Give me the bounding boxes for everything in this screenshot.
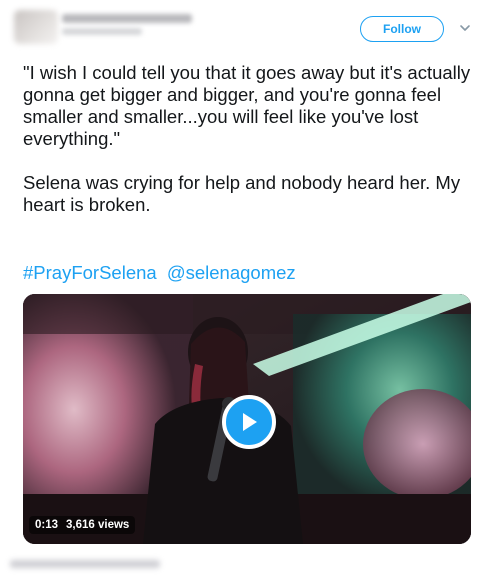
video-meta: 0:13 3,616 views <box>29 516 136 534</box>
tweet-card: Follow "I wish I could tell you that it … <box>0 0 496 577</box>
video-views: 3,616 views <box>66 519 130 531</box>
follow-button[interactable]: Follow <box>360 16 444 42</box>
chevron-down-icon[interactable] <box>459 22 471 34</box>
avatar[interactable] <box>14 10 58 44</box>
tweet-body: Selena was crying for help and nobody he… <box>23 172 461 215</box>
tweet-quote: "I wish I could tell you that it goes aw… <box>23 62 471 149</box>
video-duration: 0:13 <box>35 519 59 531</box>
mention-link[interactable]: @selenagomez <box>167 262 296 283</box>
hashtag-link[interactable]: #PrayForSelena <box>23 262 157 283</box>
footer-blurred <box>10 560 160 568</box>
video-player[interactable]: 0:13 3,616 views <box>23 294 471 544</box>
tweet-text: "I wish I could tell you that it goes aw… <box>23 62 483 216</box>
play-icon <box>243 413 257 431</box>
tweet-tags: #PrayForSelena @selenagomez <box>23 262 296 284</box>
play-button[interactable] <box>222 395 276 449</box>
author-name-blurred[interactable] <box>62 14 212 36</box>
